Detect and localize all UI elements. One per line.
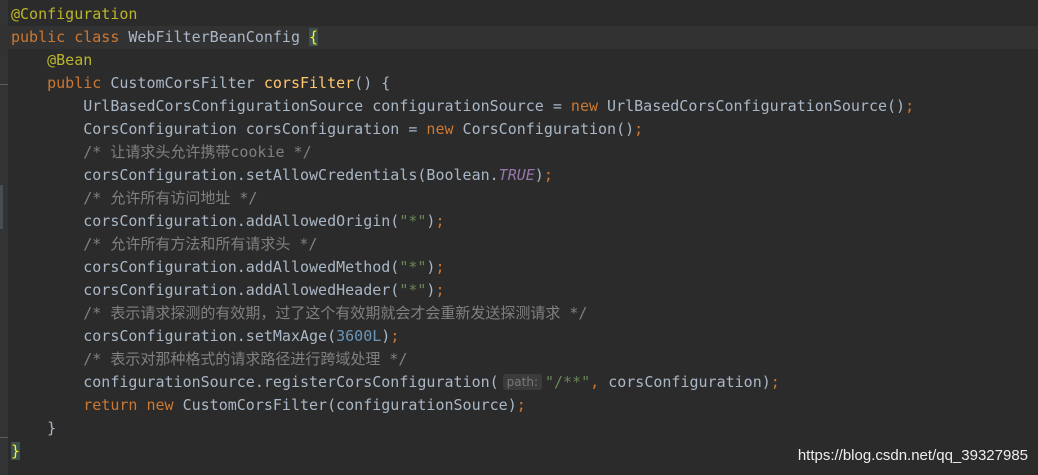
- code-token: public: [11, 28, 75, 46]
- code-token: class: [74, 28, 129, 46]
- code-token: corsConfiguration): [608, 373, 771, 391]
- code-token: @Configuration: [11, 5, 138, 23]
- code-token: {: [309, 28, 319, 46]
- code-line[interactable]: /* 表示对那种格式的请求路径进行跨域处理 */: [11, 348, 1038, 371]
- code-token: ;: [543, 166, 553, 184]
- code-token: ;: [905, 97, 915, 115]
- code-token: ): [381, 327, 391, 345]
- code-comment: /* 表示请求探测的有效期，过了这个有效期就会才会重新发送探测请求 */: [83, 304, 588, 322]
- code-token: corsConfiguration.setMaxAge(: [83, 327, 337, 345]
- code-token: }: [11, 442, 21, 460]
- code-line[interactable]: @Configuration: [11, 3, 1038, 26]
- code-token: ,: [590, 373, 609, 391]
- code-token: corsConfiguration.addAllowedMethod(: [83, 258, 400, 276]
- code-token: "*": [399, 281, 427, 299]
- code-line[interactable]: public class WebFilterBeanConfig {: [0, 26, 1038, 49]
- code-token: configurationSource.registerCorsConfigur…: [83, 373, 499, 391]
- code-token: new: [426, 120, 463, 138]
- code-token: TRUE: [498, 166, 535, 184]
- code-token: "/**": [545, 373, 591, 391]
- code-token: ;: [390, 327, 400, 345]
- code-token: ;: [435, 281, 445, 299]
- code-token: CorsConfiguration(): [462, 120, 635, 138]
- code-comment: /* 让请求头允许携带cookie */: [83, 143, 312, 161]
- code-token: ;: [435, 258, 445, 276]
- watermark: https://blog.csdn.net/qq_39327985: [797, 447, 1028, 464]
- code-token: ;: [634, 120, 644, 138]
- code-line[interactable]: CorsConfiguration corsConfiguration = ne…: [11, 118, 1038, 141]
- code-line[interactable]: /* 允许所有访问地址 */: [11, 187, 1038, 210]
- code-token: CorsConfiguration corsConfiguration =: [83, 120, 427, 138]
- code-comment: /* 允许所有方法和所有请求头 */: [83, 235, 318, 253]
- code-line[interactable]: corsConfiguration.addAllowedOrigin("*");: [11, 210, 1038, 233]
- code-token: "*": [399, 258, 427, 276]
- code-line[interactable]: @Bean: [11, 49, 1038, 72]
- code-token: new: [570, 97, 608, 115]
- code-token: new: [146, 396, 183, 414]
- code-token: CustomCorsFilter: [110, 74, 264, 92]
- code-comment: /* 表示对那种格式的请求路径进行跨域处理 */: [83, 350, 408, 368]
- code-editor[interactable]: @Configuration public class WebFilterBean…: [0, 3, 1038, 463]
- code-comment: /* 允许所有访问地址 */: [83, 189, 258, 207]
- fold-marker-icon[interactable]: [0, 84, 8, 91]
- code-line[interactable]: corsConfiguration.addAllowedHeader("*");: [11, 279, 1038, 302]
- code-token: corsConfiguration.addAllowedHeader(: [83, 281, 400, 299]
- code-token: ;: [435, 212, 445, 230]
- code-line[interactable]: UrlBasedCorsConfigurationSource configur…: [11, 95, 1038, 118]
- code-line[interactable]: /* 让请求头允许携带cookie */: [11, 141, 1038, 164]
- code-line[interactable]: }: [11, 417, 1038, 440]
- code-line[interactable]: configurationSource.registerCorsConfigur…: [11, 371, 1038, 394]
- code-token: corsConfiguration.setAllowCredentials(Bo…: [83, 166, 499, 184]
- code-token: return: [83, 396, 147, 414]
- code-line[interactable]: /* 允许所有方法和所有请求头 */: [11, 233, 1038, 256]
- parameter-hint: path:: [502, 374, 542, 390]
- code-line[interactable]: public CustomCorsFilter corsFilter() {: [11, 72, 1038, 95]
- code-token: CustomCorsFilter(configurationSource): [182, 396, 517, 414]
- code-token: ): [534, 166, 544, 184]
- code-token: () {: [354, 74, 391, 92]
- change-marker: [0, 185, 3, 229]
- code-token: ;: [516, 396, 526, 414]
- editor-gutter: [0, 0, 8, 475]
- code-token: @Bean: [47, 51, 93, 69]
- code-token: corsFilter: [263, 74, 355, 92]
- fold-marker-icon[interactable]: [0, 437, 8, 444]
- code-line[interactable]: return new CustomCorsFilter(configuratio…: [11, 394, 1038, 417]
- code-token: }: [47, 419, 57, 437]
- code-token: UrlBasedCorsConfigurationSource(): [607, 97, 906, 115]
- code-line[interactable]: corsConfiguration.setMaxAge(3600L);: [11, 325, 1038, 348]
- code-line[interactable]: /* 表示请求探测的有效期，过了这个有效期就会才会重新发送探测请求 */: [11, 302, 1038, 325]
- code-token: 3600L: [336, 327, 382, 345]
- code-token: public: [47, 74, 111, 92]
- code-token: UrlBasedCorsConfigurationSource configur…: [83, 97, 571, 115]
- code-token: corsConfiguration.addAllowedOrigin(: [83, 212, 400, 230]
- code-line[interactable]: corsConfiguration.setAllowCredentials(Bo…: [11, 164, 1038, 187]
- code-token: "*": [399, 212, 427, 230]
- code-token: WebFilterBeanConfig: [128, 28, 310, 46]
- code-line[interactable]: corsConfiguration.addAllowedMethod("*");: [11, 256, 1038, 279]
- code-token: ;: [770, 373, 780, 391]
